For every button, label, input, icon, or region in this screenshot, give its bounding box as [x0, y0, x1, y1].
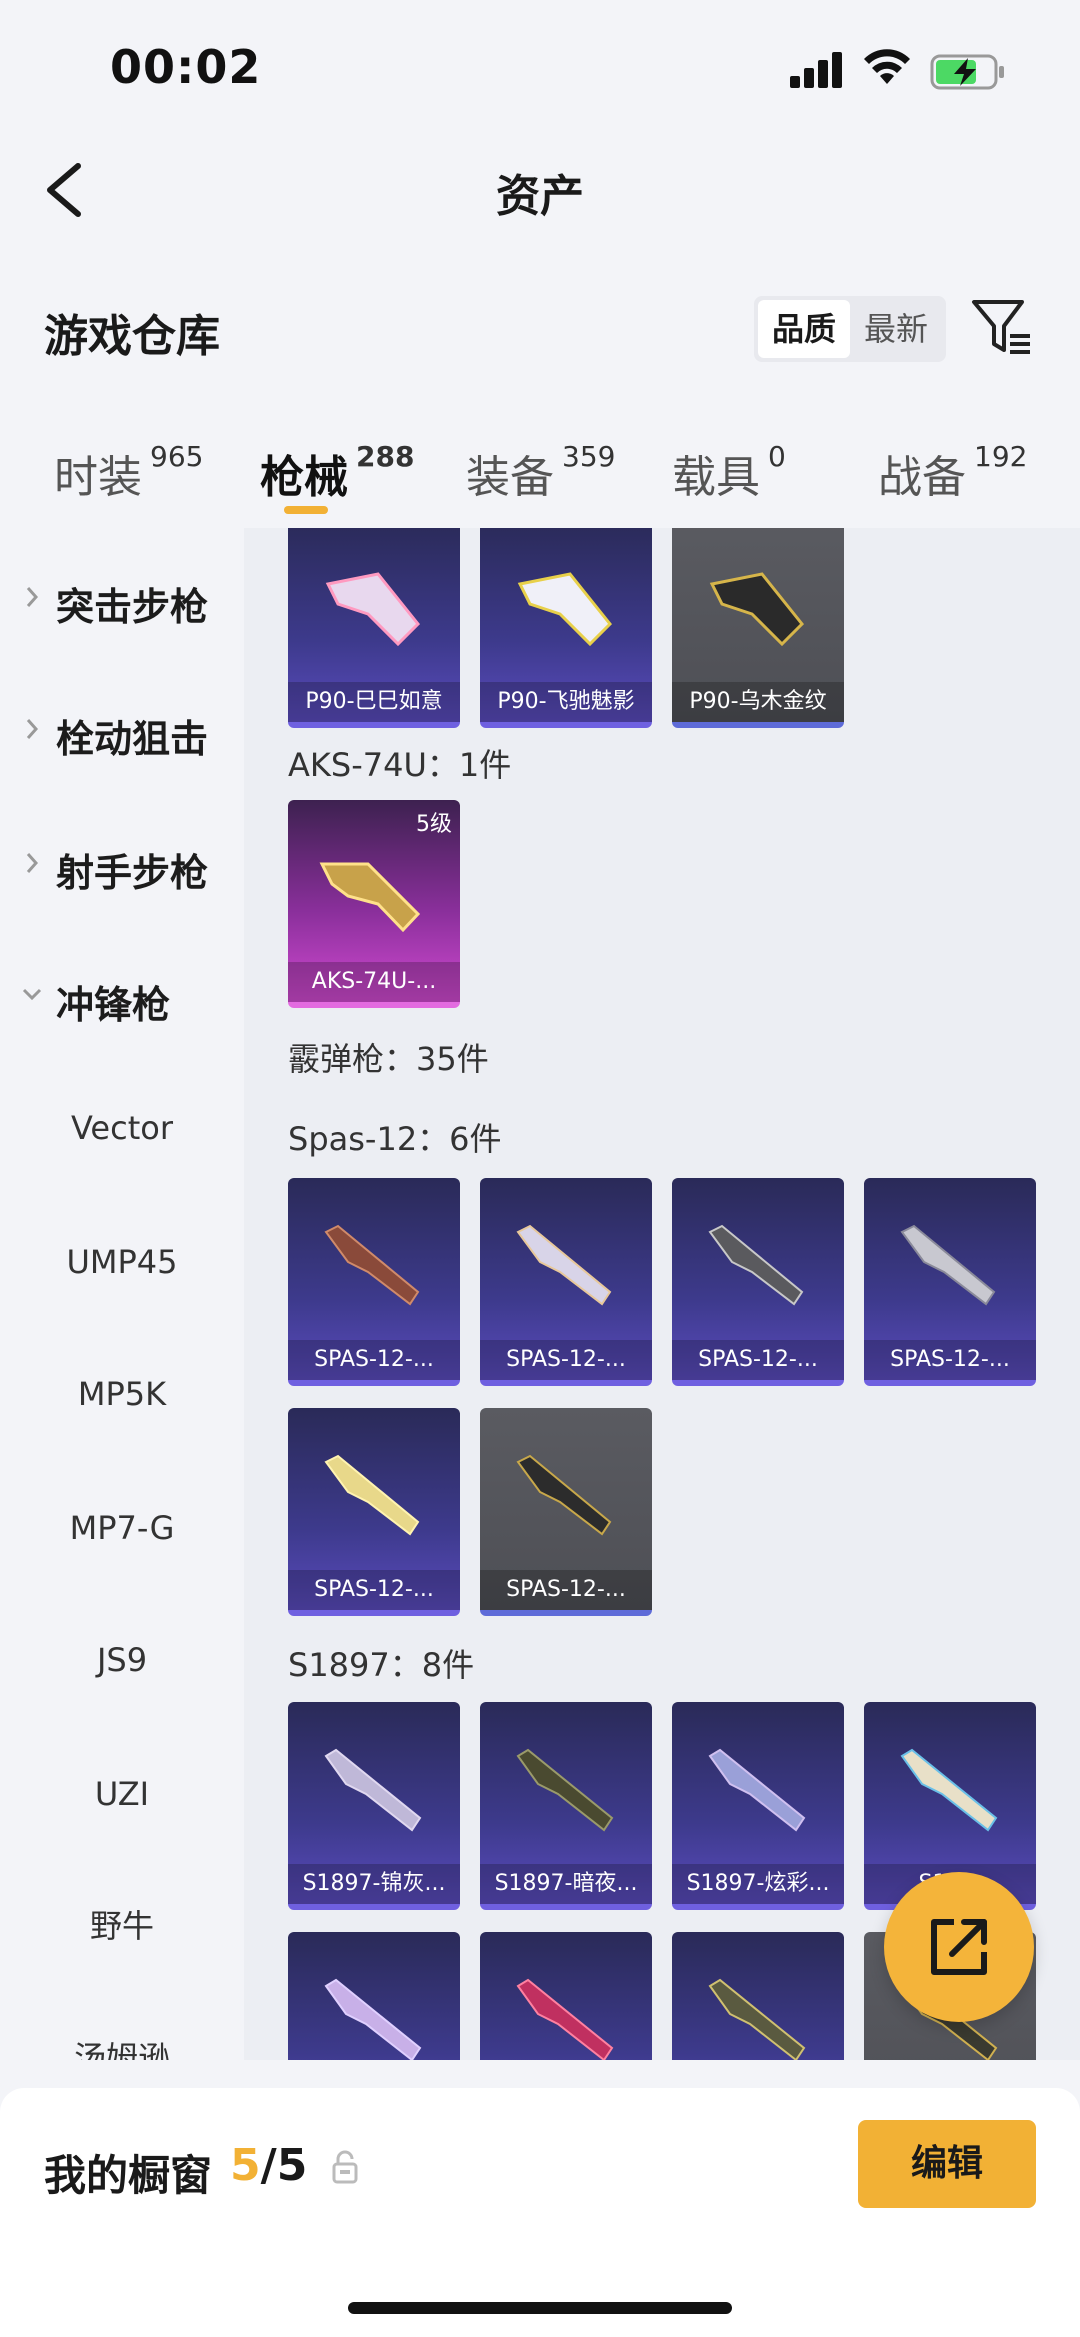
home-indicator [348, 2302, 732, 2314]
sidebar-item-vector[interactable]: Vector [0, 1088, 244, 1168]
gun-icon [900, 1224, 996, 1306]
battery-charging-icon [930, 54, 1004, 90]
sort-option-quality[interactable]: 品质 [758, 300, 850, 358]
item-name: S1897-炫彩... [672, 1864, 844, 1904]
gun-icon [708, 1978, 806, 2060]
bottom-bar: 我的橱窗 5/5 编辑 [0, 2088, 1080, 2337]
item-name: P90-乌木金纹 [672, 682, 844, 722]
sidebar-category-bolt-sniper[interactable]: 栓动狙击 [0, 690, 244, 770]
chevron-right-icon [26, 853, 39, 873]
item-card[interactable] [672, 1932, 844, 2060]
chevron-right-icon [26, 719, 39, 739]
item-card[interactable]: SPAS-12-... [288, 1408, 460, 1616]
sidebar-category-assault-rifle[interactable]: 突击步枪 [0, 558, 244, 638]
sidebar-item-bison[interactable]: 野牛 [0, 1886, 244, 1966]
gun-icon [516, 1454, 612, 1536]
item-card[interactable]: S1897-炫彩... [672, 1702, 844, 1910]
share-fab-button[interactable] [884, 1872, 1034, 2022]
chevron-right-icon [26, 587, 39, 607]
sidebar-item-mp5k[interactable]: MP5K [0, 1354, 244, 1434]
item-card[interactable]: S1897-锦灰... [288, 1702, 460, 1910]
item-name: SPAS-12-... [672, 1340, 844, 1380]
gun-icon [516, 1748, 614, 1832]
tab-fashion[interactable]: 时装 965 [54, 440, 203, 505]
status-bar: 00:02 [0, 0, 1080, 130]
lock-icon [332, 2150, 358, 2184]
sidebar-item-ump45[interactable]: UMP45 [0, 1222, 244, 1302]
chevron-down-icon [22, 988, 42, 1001]
sidebar-category-smg[interactable]: 冲锋枪 [0, 956, 244, 1036]
gun-icon [324, 1978, 422, 2060]
cellular-signal-icon [790, 52, 844, 88]
item-card[interactable]: SPAS-12-... [672, 1178, 844, 1386]
group-label-s1897: S1897：8件 [288, 1646, 475, 1684]
item-card[interactable]: SPAS-12-... [480, 1178, 652, 1386]
showcase-count: 5/5 [230, 2140, 308, 2191]
gun-icon [324, 1748, 422, 1832]
item-card[interactable]: S1897-暗夜... [480, 1702, 652, 1910]
item-card[interactable]: P90-巳巳如意 [288, 528, 460, 728]
gun-icon [516, 1224, 612, 1306]
item-name: SPAS-12-... [288, 1570, 460, 1610]
category-tabs: 时装 965 枪械 288 装备 359 载具 0 战备 192 [0, 420, 1080, 520]
sidebar-category-marksman-rifle[interactable]: 射手步枪 [0, 824, 244, 904]
showcase-label: 我的橱窗 [44, 2151, 213, 2200]
gun-icon [325, 572, 421, 647]
sort-option-newest[interactable]: 最新 [850, 300, 942, 358]
item-name: SPAS-12-... [480, 1570, 652, 1610]
gun-icon [324, 1224, 420, 1306]
gun-icon [319, 862, 421, 933]
tab-firearms[interactable]: 枪械 288 [260, 440, 414, 505]
tab-war-supplies[interactable]: 战备 192 [878, 440, 1027, 505]
gun-icon [708, 1748, 806, 1832]
group-label-shotgun: 霰弹枪：35件 [288, 1040, 489, 1078]
share-external-icon [931, 1919, 987, 1975]
item-name: AKS-74U-... [288, 962, 460, 1002]
sidebar: 突击步枪 栓动狙击 射手步枪 冲锋枪 Vector UMP45 MP5K MP7… [0, 528, 244, 2060]
item-card[interactable]: SPAS-12-... [288, 1178, 460, 1386]
gun-icon [516, 1978, 614, 2060]
sidebar-item-mp7g[interactable]: MP7-G [0, 1488, 244, 1568]
edit-button[interactable]: 编辑 [858, 2120, 1036, 2208]
sidebar-item-js9[interactable]: JS9 [0, 1620, 244, 1700]
page-title: 资产 [496, 171, 584, 222]
tab-equipment[interactable]: 装备 359 [466, 440, 615, 505]
item-name: S1897-锦灰... [288, 1864, 460, 1904]
item-card[interactable]: SPAS-12-... [864, 1178, 1036, 1386]
sidebar-item-thompson[interactable]: 汤姆逊 [0, 2018, 244, 2060]
warehouse-title: 游戏仓库 [44, 311, 220, 362]
item-name: P90-飞驰魅影 [480, 682, 652, 722]
status-time: 00:02 [110, 40, 262, 94]
item-card[interactable] [288, 1932, 460, 2060]
item-name: SPAS-12-... [288, 1340, 460, 1380]
sort-toggle: 品质 最新 [754, 296, 946, 362]
item-card[interactable]: P90-飞驰魅影 [480, 528, 652, 728]
gun-icon [324, 1454, 420, 1536]
group-label-spas12: Spas-12：6件 [288, 1120, 502, 1158]
header: 资产 [0, 130, 1080, 250]
item-card[interactable]: 5级 AKS-74U-... [288, 800, 460, 1008]
item-name: SPAS-12-... [864, 1340, 1036, 1380]
sidebar-item-uzi[interactable]: UZI [0, 1754, 244, 1834]
item-card[interactable] [480, 1932, 652, 2060]
item-grid: P90-巳巳如意 P90-飞驰魅影 P90-乌木金纹 AKS-74U：1件 5级… [244, 528, 1080, 2060]
item-card[interactable]: SPAS-12-... [480, 1408, 652, 1616]
gun-icon [708, 1224, 804, 1306]
filter-icon[interactable] [970, 296, 1034, 360]
tab-vehicles[interactable]: 载具 0 [672, 440, 786, 505]
item-card[interactable]: P90-乌木金纹 [672, 528, 844, 728]
wifi-icon [864, 49, 910, 84]
item-name: SPAS-12-... [480, 1340, 652, 1380]
group-label-aks: AKS-74U：1件 [288, 746, 512, 784]
gun-icon [900, 1748, 998, 1832]
active-tab-indicator [284, 506, 328, 514]
item-name: S1897-暗夜... [480, 1864, 652, 1904]
item-name: P90-巳巳如意 [288, 682, 460, 722]
gun-icon [517, 572, 613, 647]
gun-icon [709, 572, 805, 647]
